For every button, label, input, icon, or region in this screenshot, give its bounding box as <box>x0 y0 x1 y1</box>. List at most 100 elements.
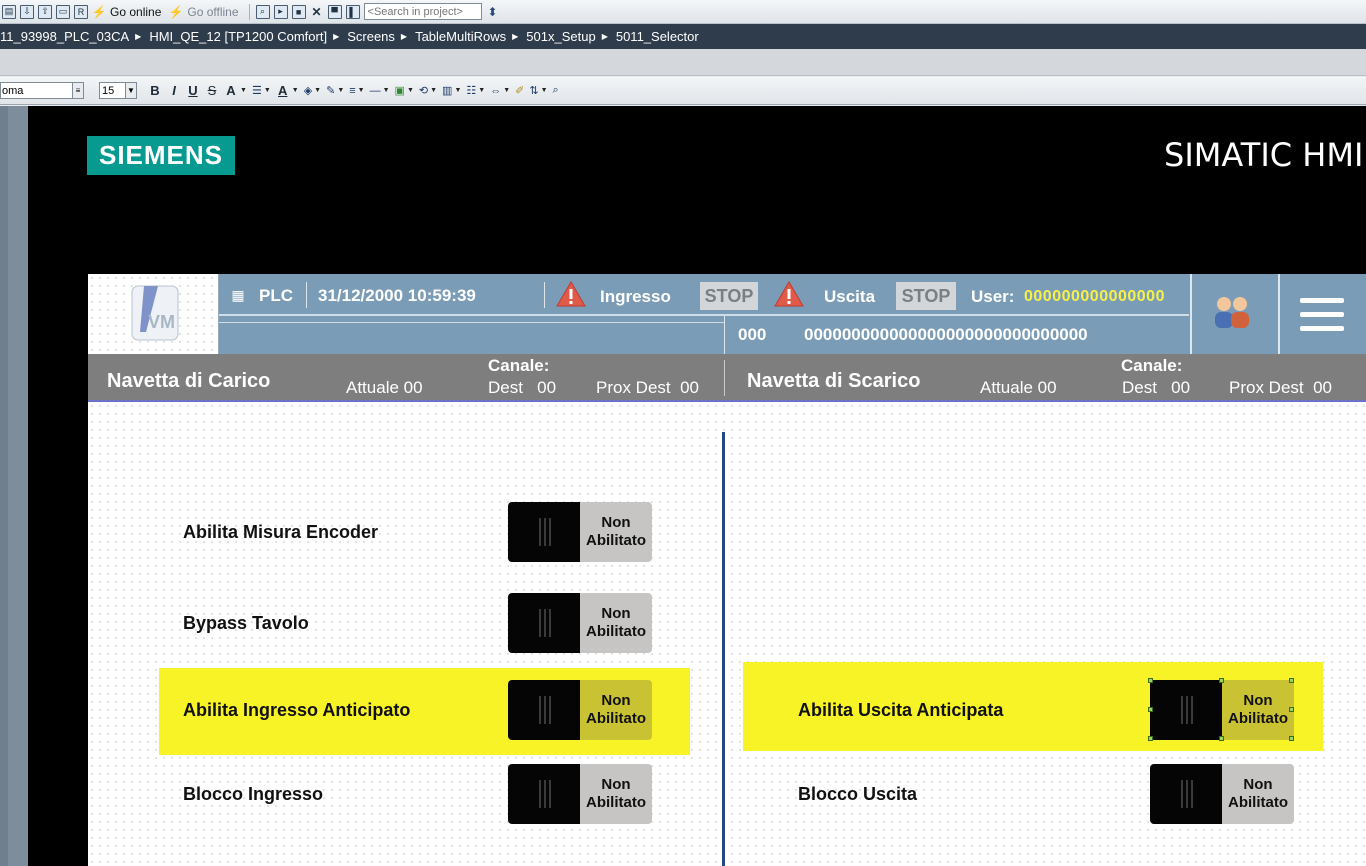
go-offline-icon[interactable]: ⚡ <box>169 5 184 19</box>
bring-front-icon[interactable]: ▣ <box>395 84 405 97</box>
underline-button[interactable]: U <box>186 83 200 98</box>
search-go-icon[interactable]: ⬍ <box>486 5 500 19</box>
toggle-knob[interactable] <box>508 764 580 824</box>
chevron-down-icon[interactable]: ▼ <box>430 87 437 94</box>
uscita-status: STOP <box>896 282 956 310</box>
toggle-blocco-uscita[interactable]: Non Abilitato <box>1150 764 1294 824</box>
text-grow-button[interactable]: A <box>224 83 238 98</box>
users-icon[interactable] <box>1208 292 1256 332</box>
carico-canale-label: Canale: <box>488 356 550 375</box>
upload-icon[interactable]: ⇧ <box>38 4 52 19</box>
chevron-down-icon[interactable]: ▼ <box>240 87 247 94</box>
editor-scroll-track[interactable] <box>8 106 28 866</box>
chevron-down-icon[interactable]: ▼ <box>541 87 548 94</box>
svg-text:VM: VM <box>148 312 175 332</box>
toggle-encoder[interactable]: Non Abilitato <box>508 502 652 562</box>
toggle-grip <box>539 696 541 724</box>
zoom-icon[interactable]: ⌕ <box>553 84 559 97</box>
split-horizontal-icon[interactable]: ▀ <box>327 4 342 19</box>
company-logo: VM <box>88 274 219 354</box>
start-simulation-icon[interactable]: ▸ <box>273 4 288 19</box>
fill-color-icon[interactable]: ◈ <box>304 84 312 97</box>
chevron-down-icon[interactable]: ▼ <box>454 87 461 94</box>
scarico-dest: Dest 00 <box>1122 378 1191 397</box>
toggle-state: Non Abilitato <box>580 764 652 824</box>
download-icon[interactable]: ⇩ <box>20 4 34 19</box>
font-family-select[interactable]: oma ≡ <box>0 82 84 99</box>
download-rt-icon[interactable]: R <box>74 4 88 19</box>
accessible-devices-icon[interactable]: ⌕ <box>255 4 270 19</box>
scarico-prox-dest: Prox Dest 00 <box>1229 378 1332 397</box>
line-style-icon[interactable]: — <box>370 85 381 97</box>
breadcrumb-item[interactable]: 11_93998_PLC_03CA <box>0 29 129 44</box>
breadcrumb-item[interactable]: 501x_Setup <box>526 29 595 44</box>
cross-reference-icon[interactable]: ✕ <box>310 5 324 19</box>
toggle-ingresso-anticipato[interactable]: Non Abilitato <box>508 680 652 740</box>
italic-button[interactable]: I <box>167 83 181 98</box>
simatic-hmi-label: SIMATIC HMI <box>1164 136 1364 174</box>
distribute-icon[interactable]: ☷ <box>466 84 476 97</box>
toggle-grip <box>1181 780 1183 808</box>
warning-icon <box>556 281 586 307</box>
row-label-bypass: Bypass Tavolo <box>183 613 309 633</box>
line-weight-icon[interactable]: ≡ <box>349 85 355 97</box>
selection-handle[interactable] <box>1289 678 1294 683</box>
selection-handle[interactable] <box>1219 678 1224 683</box>
line-color-icon[interactable]: ✎ <box>326 84 335 97</box>
search-project-input[interactable] <box>363 3 482 20</box>
row-label-ingresso-anticipato: Abilita Ingresso Anticipato <box>183 700 411 720</box>
toggle-knob[interactable] <box>1150 764 1222 824</box>
font-list-icon[interactable]: ≡ <box>72 83 83 98</box>
align-bottom-icon[interactable]: ▥ <box>442 84 452 97</box>
chevron-down-icon[interactable]: ▼ <box>383 87 390 94</box>
format-painter-icon[interactable]: ✐ <box>515 84 524 97</box>
chevron-down-icon[interactable]: ▼ <box>292 87 299 94</box>
stop-simulation-icon[interactable]: ■ <box>291 4 306 19</box>
chevron-down-icon[interactable]: ▼ <box>337 87 344 94</box>
rotate-icon[interactable]: ⟲ <box>419 84 428 97</box>
editor-title-band <box>0 49 1366 76</box>
toggle-blocco-ingresso[interactable]: Non Abilitato <box>508 764 652 824</box>
selection-handle[interactable] <box>1148 678 1153 683</box>
font-family-value: oma <box>2 84 24 97</box>
breadcrumb: 11_93998_PLC_03CA ▶ HMI_QE_12 [TP1200 Com… <box>0 24 1366 49</box>
selection-handle[interactable] <box>1148 736 1153 741</box>
breadcrumb-item[interactable]: HMI_QE_12 [TP1200 Comfort] <box>149 29 327 44</box>
bold-button[interactable]: B <box>148 83 162 98</box>
breadcrumb-item[interactable]: TableMultiRows <box>415 29 506 44</box>
toggle-knob[interactable] <box>508 502 580 562</box>
chevron-down-icon[interactable]: ▼ <box>264 87 271 94</box>
selection-handle[interactable] <box>1219 736 1224 741</box>
toggle-knob[interactable] <box>508 593 580 653</box>
chevron-down-icon[interactable]: ▼ <box>407 87 414 94</box>
go-online-icon[interactable]: ⚡ <box>92 5 107 19</box>
tia-portal-window: ▤ ⇩ ⇧ ▭ R ⚡ Go online ⚡ Go offline ⌕ ▸ ■… <box>0 0 1366 866</box>
chevron-down-icon[interactable]: ▼ <box>358 87 365 94</box>
selection-handle[interactable] <box>1289 736 1294 741</box>
split-vertical-icon[interactable]: ▌ <box>345 4 360 19</box>
go-offline-button[interactable]: Go offline <box>187 5 238 19</box>
toggle-bypass[interactable]: Non Abilitato <box>508 593 652 653</box>
print-icon[interactable]: ▤ <box>2 4 16 19</box>
toggle-knob[interactable] <box>1150 680 1222 740</box>
toggle-uscita-anticipata[interactable]: Non Abilitato <box>1150 680 1294 740</box>
same-size-icon[interactable]: ⇔ <box>490 85 501 97</box>
align-icon[interactable]: ☰ <box>252 84 262 97</box>
selection-handle[interactable] <box>1289 707 1294 712</box>
font-size-select[interactable]: 15 ▼ <box>99 82 137 99</box>
chevron-down-icon[interactable]: ▼ <box>503 87 510 94</box>
row-label-blocco-ingresso: Blocco Ingresso <box>183 784 324 804</box>
breadcrumb-item[interactable]: 5011_Selector <box>616 29 699 44</box>
download-device-icon[interactable]: ▭ <box>56 4 70 19</box>
menu-icon[interactable] <box>1298 296 1346 334</box>
layer-icon[interactable]: ⇅ <box>529 84 538 97</box>
chevron-down-icon[interactable]: ▼ <box>314 87 321 94</box>
breadcrumb-item[interactable]: Screens <box>347 29 395 44</box>
selection-handle[interactable] <box>1148 707 1153 712</box>
go-online-button[interactable]: Go online <box>110 5 161 19</box>
font-color-button[interactable]: A <box>276 83 290 98</box>
toggle-knob[interactable] <box>508 680 580 740</box>
strikethrough-button[interactable]: S <box>205 83 219 98</box>
chevron-down-icon[interactable]: ▼ <box>478 87 485 94</box>
chevron-down-icon[interactable]: ▼ <box>125 83 136 98</box>
